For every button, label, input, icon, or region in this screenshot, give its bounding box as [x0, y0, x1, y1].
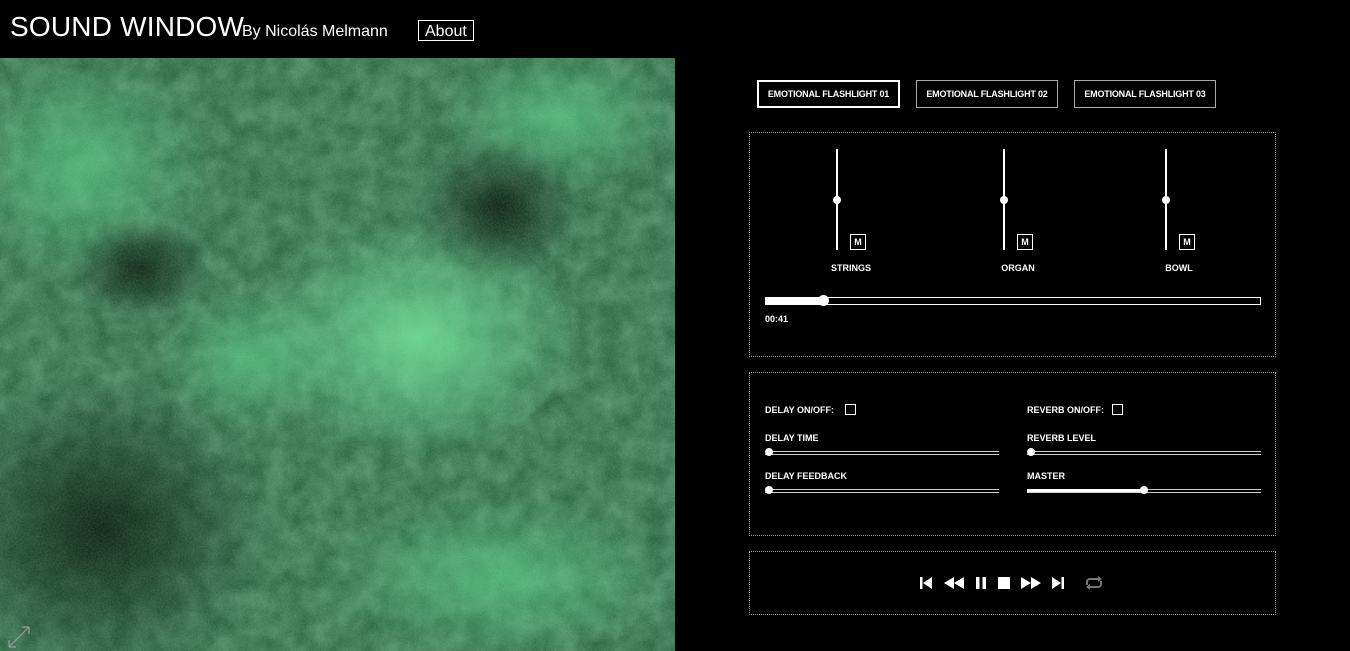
tab-emotional-flashlight-02[interactable]: EMOTIONAL FLASHLIGHT 02 [916, 80, 1058, 108]
delay-toggle-checkbox[interactable] [845, 404, 856, 415]
bowl-mute-button[interactable]: M [1179, 234, 1195, 250]
master-label: MASTER [1027, 471, 1065, 481]
skip-forward-icon[interactable] [1051, 575, 1065, 591]
delay-toggle-label: DELAY ON/OFF: [765, 405, 835, 415]
strings-volume-knob[interactable] [833, 195, 841, 204]
app-title: SOUND WINDOW [10, 11, 245, 42]
seek-progress [766, 298, 823, 304]
rewind-icon[interactable] [943, 575, 965, 591]
green-texture-image [0, 58, 675, 651]
bowl-label: BOWL [1165, 263, 1193, 273]
delay-time-slider[interactable] [765, 448, 999, 456]
mixer-panel [749, 132, 1276, 357]
seek-knob[interactable] [817, 295, 829, 306]
organ-mute-button[interactable]: M [1017, 234, 1033, 250]
stop-icon[interactable] [997, 575, 1011, 591]
author-byline: By Nicolás Melmann [242, 23, 388, 40]
pause-icon[interactable] [974, 575, 988, 591]
expand-icon[interactable] [6, 624, 32, 650]
tab-emotional-flashlight-03[interactable]: EMOTIONAL FLASHLIGHT 03 [1074, 80, 1216, 108]
strings-mute-button[interactable]: M [850, 234, 866, 250]
fast-forward-icon[interactable] [1020, 575, 1042, 591]
bowl-volume-knob[interactable] [1162, 195, 1170, 204]
strings-label: STRINGS [830, 263, 871, 273]
delay-time-label: DELAY TIME [765, 433, 819, 443]
master-volume-slider[interactable] [1027, 486, 1261, 494]
header-bar: SOUND WINDOW By Nicolás Melmann About [0, 0, 1350, 58]
loop-icon[interactable] [1083, 575, 1105, 591]
reverb-toggle-checkbox[interactable] [1112, 404, 1123, 415]
seek-bar[interactable] [765, 295, 1261, 306]
visualizer-canvas [0, 58, 675, 651]
organ-volume-knob[interactable] [1000, 195, 1008, 204]
time-display: 00:41 [765, 314, 789, 324]
tab-emotional-flashlight-01[interactable]: EMOTIONAL FLASHLIGHT 01 [757, 80, 900, 108]
delay-feedback-slider[interactable] [765, 486, 999, 494]
organ-label: ORGAN [1001, 263, 1035, 273]
transport-panel [749, 551, 1276, 615]
reverb-level-slider[interactable] [1027, 448, 1261, 456]
skip-back-icon[interactable] [919, 575, 933, 591]
reverb-level-label: REVERB LEVEL [1027, 433, 1097, 443]
reverb-toggle-label: REVERB ON/OFF: [1027, 405, 1105, 415]
delay-feedback-label: DELAY FEEDBACK [765, 471, 848, 481]
about-button[interactable]: About [418, 20, 474, 41]
